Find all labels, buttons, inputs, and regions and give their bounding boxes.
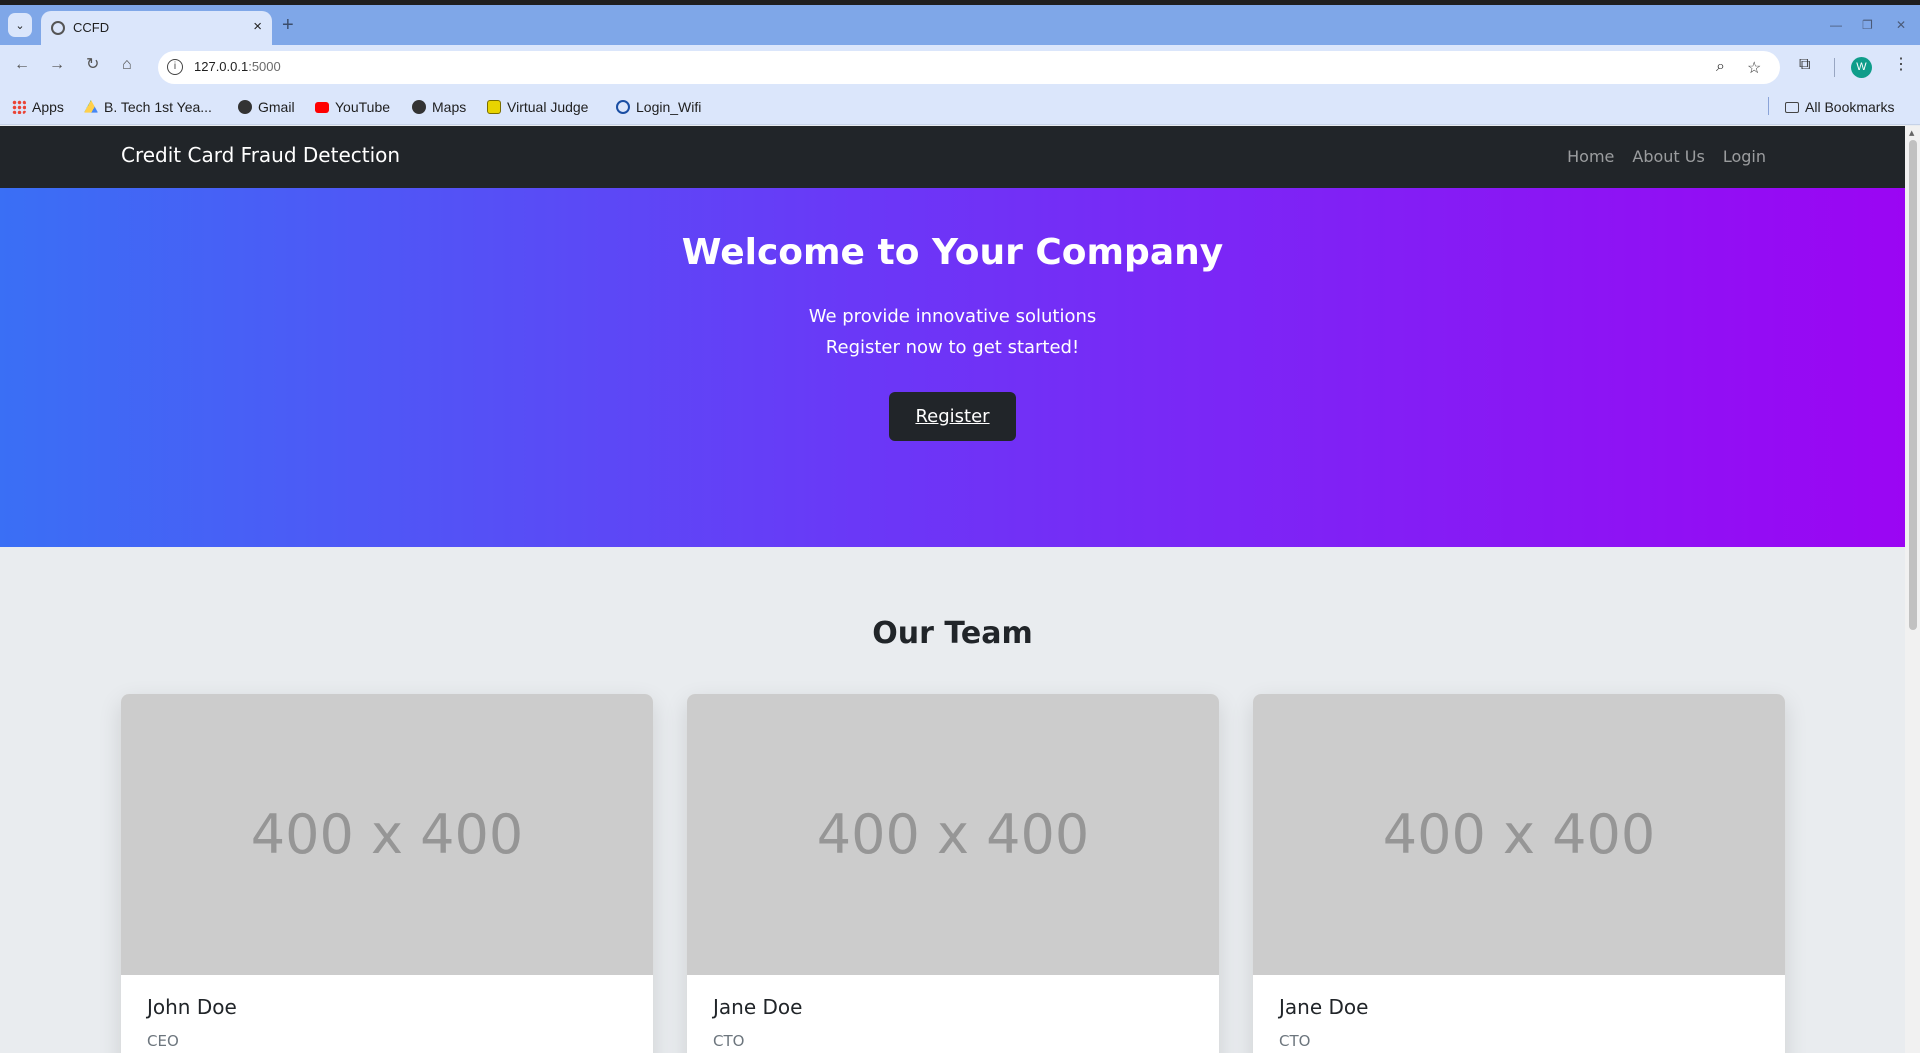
virtual-judge-icon bbox=[487, 100, 501, 114]
all-bookmarks-label: All Bookmarks bbox=[1805, 99, 1895, 115]
page-viewport: Credit Card Fraud Detection Home About U… bbox=[0, 126, 1905, 1053]
hero-subtitle-line-2: Register now to get started! bbox=[825, 337, 1080, 358]
globe-icon bbox=[412, 100, 426, 114]
bookmark-star-icon[interactable]: ☆ bbox=[1747, 58, 1761, 78]
register-button[interactable]: Register bbox=[889, 392, 1016, 441]
bookmarks-bar: Apps B. Tech 1st Yea... Gmail YouTube Ma… bbox=[0, 90, 1920, 125]
forward-icon[interactable]: → bbox=[49, 57, 65, 73]
bookmark-label: B. Tech 1st Yea... bbox=[104, 99, 212, 115]
nav-links: Home About Us Login bbox=[1567, 147, 1766, 166]
youtube-icon bbox=[315, 101, 329, 113]
team-member-role: CEO bbox=[147, 1032, 179, 1050]
chevron-down-icon: ⌄ bbox=[15, 18, 25, 32]
bookmark-maps[interactable]: Maps bbox=[412, 99, 466, 115]
back-icon[interactable]: ← bbox=[14, 57, 30, 73]
page-scrollbar[interactable]: ▲ bbox=[1905, 126, 1920, 1053]
globe-icon bbox=[238, 100, 252, 114]
team-card: 400 x 400 John Doe CEO bbox=[121, 694, 653, 1053]
team-card: 400 x 400 Jane Doe CTO bbox=[687, 694, 1219, 1053]
site-brand[interactable]: Credit Card Fraud Detection bbox=[121, 143, 400, 167]
close-window-icon[interactable]: ✕ bbox=[1896, 18, 1906, 32]
hero-title: Welcome to Your Company bbox=[681, 232, 1224, 273]
login-wifi-icon bbox=[616, 100, 630, 114]
tab-bar: ⌄ CCFD × + — ❐ ✕ bbox=[0, 5, 1920, 45]
bookmark-login-wifi[interactable]: Login_Wifi bbox=[616, 99, 701, 115]
tab-ccfd[interactable]: CCFD × bbox=[41, 11, 272, 45]
bookmark-btech[interactable]: B. Tech 1st Yea... bbox=[84, 99, 212, 115]
nav-login[interactable]: Login bbox=[1723, 147, 1766, 166]
globe-icon bbox=[51, 21, 65, 35]
team-member-photo: 400 x 400 bbox=[1253, 694, 1785, 975]
new-tab-button[interactable]: + bbox=[282, 15, 294, 35]
bookmark-virtual-judge[interactable]: Virtual Judge bbox=[487, 99, 588, 115]
restore-icon[interactable]: ❐ bbox=[1862, 18, 1873, 32]
apps-grid-icon bbox=[12, 100, 26, 114]
bookmark-label: Apps bbox=[32, 99, 64, 115]
team-member-role: CTO bbox=[713, 1032, 745, 1050]
more-menu-icon[interactable]: ⋮ bbox=[1893, 57, 1909, 73]
site-navbar: Credit Card Fraud Detection Home About U… bbox=[0, 126, 1905, 188]
zoom-icon[interactable]: ⌕ bbox=[1716, 58, 1725, 76]
team-card: 400 x 400 Jane Doe CTO bbox=[1253, 694, 1785, 1053]
bookmark-apps[interactable]: Apps bbox=[12, 99, 64, 115]
minimize-icon[interactable]: — bbox=[1830, 18, 1842, 32]
tab-title: CCFD bbox=[73, 20, 110, 35]
scroll-up-icon[interactable]: ▲ bbox=[1909, 129, 1914, 137]
team-member-name: Jane Doe bbox=[713, 995, 803, 1019]
url-host: 127.0.0.1 bbox=[194, 59, 249, 74]
team-member-photo: 400 x 400 bbox=[687, 694, 1219, 975]
all-bookmarks-button[interactable]: All Bookmarks bbox=[1785, 99, 1894, 115]
bookmark-label: Maps bbox=[432, 99, 467, 115]
reload-icon[interactable]: ↻ bbox=[86, 57, 99, 73]
address-bar[interactable]: i 127.0.0.1:5000 ⌕ ☆ bbox=[158, 51, 1780, 84]
home-icon[interactable]: ⌂ bbox=[122, 57, 132, 73]
url-port: :5000 bbox=[248, 59, 281, 74]
toolbar-divider bbox=[1834, 58, 1835, 77]
browser-toolbar: ← → ↻ ⌂ i 127.0.0.1:5000 ⌕ ☆ ⧉ W ⋮ bbox=[0, 45, 1920, 90]
hero-subtitle-line-1: We provide innovative solutions bbox=[808, 306, 1097, 327]
bookmarks-divider bbox=[1768, 97, 1769, 115]
team-member-photo: 400 x 400 bbox=[121, 694, 653, 975]
bookmark-label: Gmail bbox=[258, 99, 295, 115]
nav-home[interactable]: Home bbox=[1567, 147, 1614, 166]
bookmark-label: Login_Wifi bbox=[636, 99, 702, 115]
profile-avatar[interactable]: W bbox=[1851, 57, 1872, 78]
extensions-icon[interactable]: ⧉ bbox=[1799, 57, 1810, 73]
team-member-role: CTO bbox=[1279, 1032, 1311, 1050]
tab-search-button[interactable]: ⌄ bbox=[8, 13, 32, 37]
team-member-name: Jane Doe bbox=[1279, 995, 1369, 1019]
bookmark-label: YouTube bbox=[335, 99, 391, 115]
team-title: Our Team bbox=[872, 616, 1033, 651]
tab-close-icon[interactable]: × bbox=[253, 18, 262, 35]
hero-section: Welcome to Your Company We provide innov… bbox=[0, 188, 1905, 547]
url-text: 127.0.0.1:5000 bbox=[194, 59, 281, 74]
bookmark-gmail[interactable]: Gmail bbox=[238, 99, 295, 115]
bookmark-youtube[interactable]: YouTube bbox=[315, 99, 390, 115]
scrollbar-thumb[interactable] bbox=[1909, 140, 1917, 630]
bookmark-label: Virtual Judge bbox=[507, 99, 589, 115]
google-drive-icon bbox=[84, 100, 98, 113]
folder-icon bbox=[1785, 101, 1799, 113]
team-member-name: John Doe bbox=[147, 995, 237, 1019]
site-info-icon[interactable]: i bbox=[167, 59, 183, 75]
nav-about-us[interactable]: About Us bbox=[1632, 147, 1704, 166]
